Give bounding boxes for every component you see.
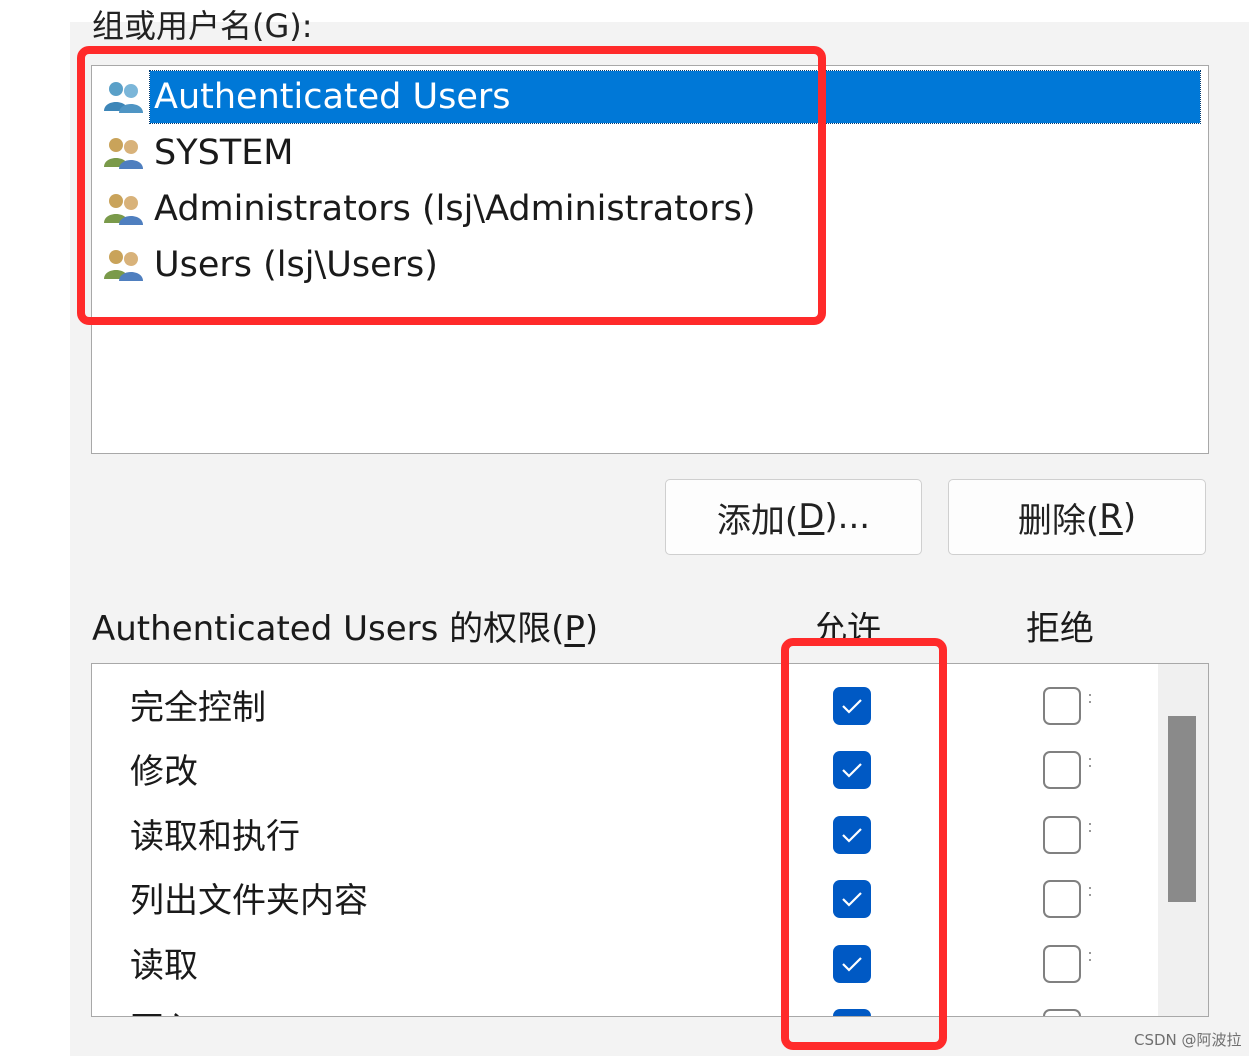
deny-checkbox[interactable] — [1043, 945, 1081, 983]
add-button[interactable]: 添加(D)... — [665, 479, 922, 555]
permission-name: 修改 — [130, 752, 198, 792]
scrollbar[interactable] — [1158, 664, 1208, 1016]
group-user-label: 组或用户名(G): — [92, 8, 313, 45]
permission-name: 读取和执行 — [130, 817, 300, 857]
permission-name: 完全控制 — [130, 688, 266, 728]
permission-row: 完全控制 — [92, 676, 1158, 740]
deny-checkbox[interactable] — [1043, 880, 1081, 918]
permission-row: 修改 — [92, 740, 1158, 804]
permission-row: 读取 — [92, 934, 1158, 998]
divider-dots — [1089, 692, 1092, 706]
remove-button-suffix: ) — [1122, 497, 1137, 537]
deny-checkbox[interactable] — [1043, 687, 1081, 725]
permission-name: 写入 — [130, 1006, 198, 1016]
remove-button-accesskey: R — [1099, 497, 1123, 537]
divider-dots — [1089, 756, 1092, 770]
deny-checkbox[interactable] — [1043, 816, 1081, 854]
watermark: CSDN @阿波拉 — [1134, 1031, 1242, 1049]
add-button-label: 添加( — [716, 500, 799, 541]
column-deny-header: 拒绝 — [1026, 609, 1094, 649]
divider-dots — [1089, 950, 1092, 964]
remove-button-label: 删除( — [1017, 500, 1100, 541]
permission-name: 列出文件夹内容 — [130, 881, 368, 921]
scrollbar-thumb[interactable] — [1168, 716, 1196, 902]
highlight-box-allow — [781, 638, 947, 1050]
permissions-title-text: Authenticated Users 的权限( — [92, 609, 565, 649]
divider-dots — [1089, 821, 1092, 835]
permissions-title-accesskey: P — [564, 609, 585, 649]
permission-row: 写入 — [92, 998, 1158, 1016]
remove-button[interactable]: 删除(R) — [948, 479, 1206, 555]
permission-row: 列出文件夹内容 — [92, 869, 1158, 933]
deny-checkbox[interactable] — [1043, 751, 1081, 789]
highlight-box-users — [77, 46, 826, 325]
divider-dots — [1089, 885, 1092, 899]
deny-checkbox[interactable] — [1043, 1009, 1081, 1016]
permission-name: 读取 — [130, 946, 198, 986]
permission-row: 读取和执行 — [92, 805, 1158, 869]
add-button-accesskey: D — [798, 497, 825, 537]
permissions-title: Authenticated Users 的权限(P) — [92, 606, 598, 652]
permissions-title-suffix: ) — [584, 609, 599, 649]
add-button-suffix: )... — [824, 497, 871, 537]
permissions-list[interactable]: 完全控制 修改 读取和执行 列出文件夹内容 读取 — [91, 663, 1209, 1017]
